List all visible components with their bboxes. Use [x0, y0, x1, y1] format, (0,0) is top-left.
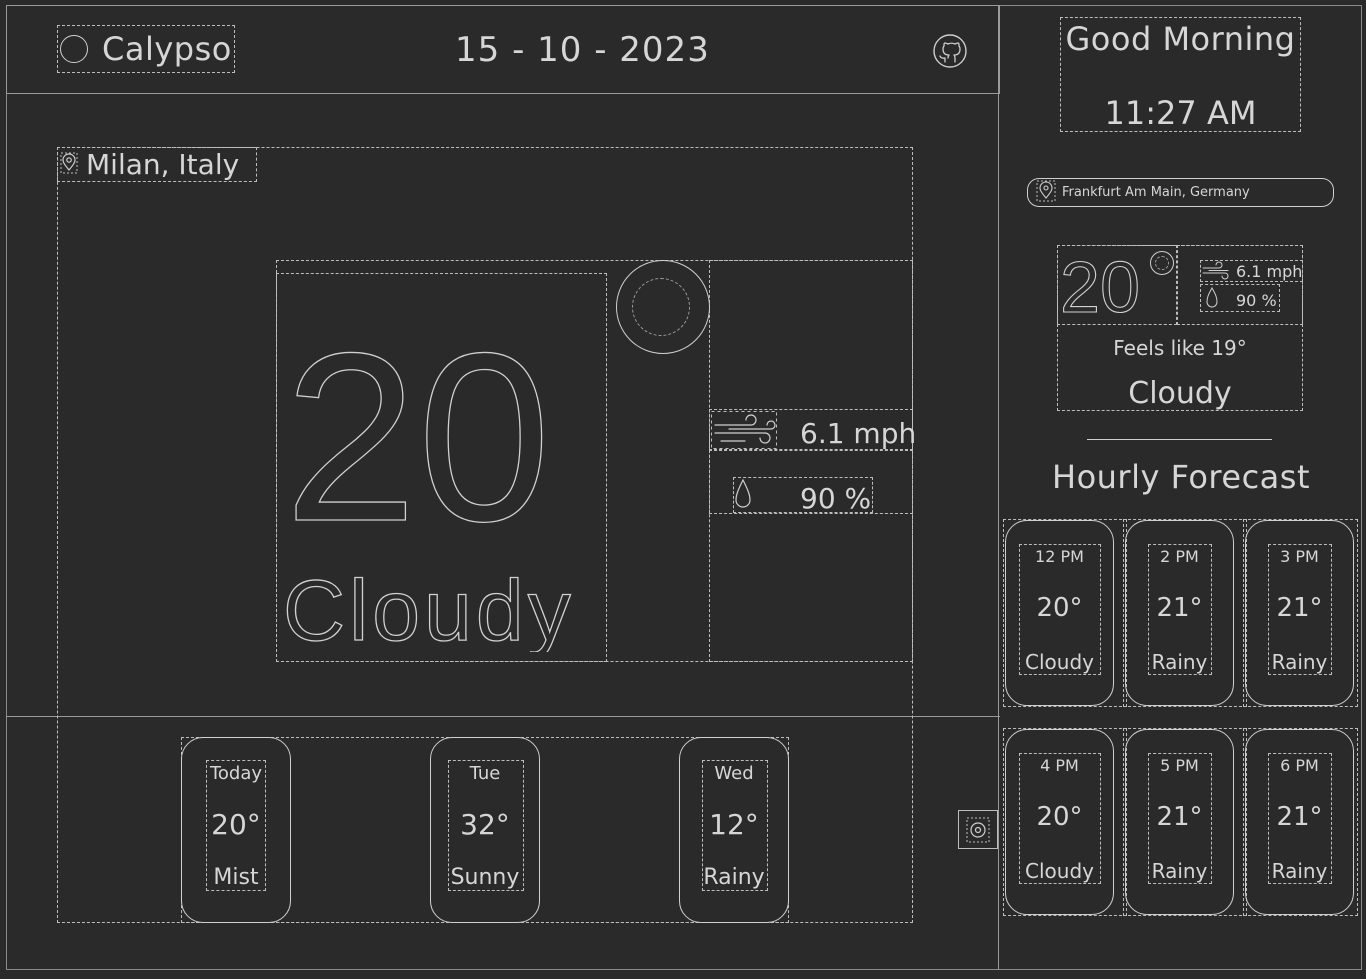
- wind-icon: [1202, 261, 1229, 280]
- current-time: 11:27 AM: [1104, 94, 1257, 132]
- map-pin-icon: [1036, 180, 1056, 206]
- hour-condition: Cloudy: [1025, 650, 1094, 674]
- sidebar-separator: [1087, 439, 1272, 440]
- day-temp: 20°: [211, 808, 261, 841]
- location-label[interactable]: Milan, Italy: [57, 147, 257, 182]
- hour-time: 3 PM: [1280, 547, 1319, 566]
- feels-like: Feels like 19°: [1113, 336, 1247, 360]
- hour-temp: 21°: [1276, 802, 1323, 832]
- map-pin-icon: [60, 148, 78, 181]
- day-condition: Rainy: [703, 865, 765, 890]
- hour-condition: Rainy: [1151, 650, 1208, 674]
- day-condition: Mist: [213, 865, 259, 890]
- circle-logo-icon: [60, 35, 88, 63]
- hour-card[interactable]: 12 PM 20° Cloudy: [1005, 520, 1114, 706]
- location-toggle-button[interactable]: [958, 810, 998, 849]
- sun-icon-inner: [1155, 256, 1169, 270]
- hour-temp: 21°: [1156, 802, 1203, 832]
- location-name: Milan, Italy: [86, 148, 240, 181]
- sidebar-condition: Cloudy: [1128, 376, 1232, 411]
- hour-time: 4 PM: [1040, 756, 1079, 775]
- hour-card[interactable]: 6 PM 21° Rainy: [1245, 729, 1354, 915]
- svg-text:20: 20: [284, 330, 551, 530]
- droplet-icon: [734, 478, 752, 510]
- sun-icon-inner: [632, 278, 690, 336]
- wind-icon: [711, 411, 777, 449]
- hour-condition: Rainy: [1271, 859, 1328, 883]
- day-name: Wed: [714, 763, 754, 784]
- app-name: Calypso: [102, 30, 232, 68]
- greeting: Good Morning: [1065, 20, 1296, 58]
- humidity-value: 90 %: [800, 482, 872, 515]
- hour-card[interactable]: 3 PM 21° Rainy: [1245, 520, 1354, 706]
- temperature-value: 20: [284, 330, 552, 530]
- brand[interactable]: Calypso: [57, 25, 235, 73]
- hour-temp: 21°: [1156, 593, 1203, 623]
- hour-card[interactable]: 5 PM 21° Rainy: [1125, 729, 1234, 915]
- day-temp: 12°: [709, 808, 759, 841]
- hourly-forecast-title: Hourly Forecast: [1052, 458, 1310, 496]
- sidebar-wind-speed: 6.1 mph: [1236, 262, 1303, 281]
- condition-text: Cloudy: [283, 562, 575, 652]
- hour-time: 2 PM: [1160, 547, 1199, 566]
- hour-temp: 20°: [1036, 593, 1083, 623]
- hour-time: 6 PM: [1280, 756, 1319, 775]
- github-icon[interactable]: [932, 33, 968, 69]
- day-card[interactable]: Tue 32° Sunny: [430, 737, 540, 923]
- sidebar-temperature: 20: [1060, 254, 1141, 316]
- svg-text:Cloudy: Cloudy: [283, 563, 575, 652]
- droplet-icon: [1206, 287, 1218, 308]
- sidebar-divider: [998, 5, 999, 970]
- wind-speed: 6.1 mph: [800, 417, 917, 450]
- hour-condition: Rainy: [1271, 650, 1328, 674]
- hour-condition: Cloudy: [1025, 859, 1094, 883]
- hour-time: 12 PM: [1035, 547, 1084, 566]
- sidebar-humidity-value: 90 %: [1236, 291, 1277, 310]
- day-card[interactable]: Wed 12° Rainy: [679, 737, 789, 923]
- day-card[interactable]: Today 20° Mist: [181, 737, 291, 923]
- current-date: 15 - 10 - 2023: [455, 30, 710, 70]
- hour-card[interactable]: 2 PM 21° Rainy: [1125, 520, 1234, 706]
- day-condition: Sunny: [450, 865, 520, 890]
- hour-temp: 21°: [1276, 593, 1323, 623]
- svg-text:20: 20: [1060, 254, 1140, 316]
- day-name: Tue: [469, 763, 501, 784]
- day-name: Today: [209, 763, 263, 784]
- hour-temp: 20°: [1036, 802, 1083, 832]
- hour-card[interactable]: 4 PM 20° Cloudy: [1005, 729, 1114, 915]
- location-search[interactable]: [1027, 178, 1334, 207]
- hour-time: 5 PM: [1160, 756, 1199, 775]
- hour-condition: Rainy: [1151, 859, 1208, 883]
- search-input[interactable]: [1056, 185, 1322, 200]
- day-temp: 32°: [460, 808, 510, 841]
- location-toggle-icon: [966, 817, 990, 843]
